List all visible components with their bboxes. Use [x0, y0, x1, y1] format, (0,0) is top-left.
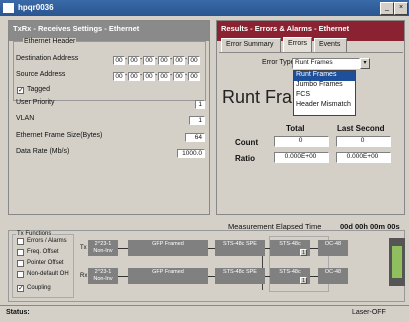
- src-octet-field[interactable]: 00: [143, 72, 155, 81]
- octet-separator: -: [185, 56, 188, 63]
- tx-block[interactable]: STS-48c SPE: [215, 240, 265, 256]
- dest-octet-field[interactable]: 00: [143, 56, 155, 65]
- ratio-last-value: 0.000E+00: [336, 152, 391, 163]
- octet-separator: -: [185, 72, 188, 79]
- window-title: hpqr0036: [18, 3, 54, 12]
- frame-size-field[interactable]: 64: [185, 133, 205, 142]
- tx-block[interactable]: OC-48: [318, 240, 348, 256]
- tab-events[interactable]: Events: [314, 38, 347, 52]
- src-octet-field[interactable]: 00: [158, 72, 170, 81]
- group-title: Ethernet Header: [23, 38, 77, 45]
- rx-arrow: [208, 276, 215, 277]
- user-priority-field[interactable]: 1: [195, 100, 205, 109]
- dropdown-option-header-mismatch[interactable]: Header Mismatch: [294, 101, 355, 111]
- tab-divider: [219, 52, 403, 53]
- tx-label: Tx: [80, 245, 87, 251]
- tx-function-checkbox[interactable]: [17, 238, 24, 245]
- ratio-total-value: 0.000E+00: [274, 152, 329, 163]
- tx-function-label: Pointer Offset: [27, 260, 64, 266]
- octet-separator: -: [155, 72, 158, 79]
- src-octet-field[interactable]: 00: [173, 72, 185, 81]
- dropdown-option-jumbo[interactable]: Jumbo Frames: [294, 81, 355, 91]
- src-address-label: Source Address: [16, 71, 66, 78]
- status-bar: [0, 305, 409, 322]
- count-label: Count: [235, 138, 259, 147]
- octet-separator: -: [140, 56, 143, 63]
- rx-arrow: [118, 276, 128, 277]
- rx-block[interactable]: 2^23-1 Non-Inv: [88, 268, 118, 284]
- app-icon: [3, 3, 14, 13]
- tab-error-summary[interactable]: Error Summary: [221, 38, 281, 52]
- close-button[interactable]: ×: [394, 2, 408, 15]
- ratio-label: Ratio: [235, 154, 255, 163]
- tx-sub-index[interactable]: 1: [300, 249, 307, 256]
- dropdown-option-runt[interactable]: Runt Frames: [294, 71, 355, 81]
- octet-separator: -: [125, 72, 128, 79]
- rx-block[interactable]: OC-48: [318, 268, 348, 284]
- dest-octet-field[interactable]: 00: [113, 56, 125, 65]
- count-last-value: 0: [336, 136, 391, 147]
- tx-function-checkbox[interactable]: [17, 249, 24, 256]
- tx-arrow: [310, 248, 318, 249]
- src-octet-field[interactable]: 00: [188, 72, 200, 81]
- tagged-label: Tagged: [27, 86, 50, 93]
- chevron-down-icon[interactable]: ▾: [360, 58, 370, 69]
- vlan-label: VLAN: [16, 115, 35, 122]
- tab-errors[interactable]: Errors: [283, 37, 312, 52]
- octet-separator: -: [140, 72, 143, 79]
- vlan-field[interactable]: 1: [189, 116, 205, 125]
- title-bar: hpqr0036 _ ×: [0, 0, 409, 16]
- octet-separator: -: [155, 56, 158, 63]
- src-octet-field[interactable]: 00: [128, 72, 140, 81]
- port-connector-icon: [389, 238, 405, 286]
- dest-address-label: Destination Address: [16, 55, 79, 62]
- error-type-label: Error Type: [262, 59, 295, 66]
- rx-sub-index[interactable]: 1: [300, 277, 307, 284]
- octet-separator: -: [170, 56, 173, 63]
- rx-block[interactable]: STS-48c SPE: [215, 268, 265, 284]
- tx-function-label: Errors / Alarms: [27, 238, 67, 244]
- frame-size-label: Ethernet Frame Size(Bytes): [16, 132, 103, 139]
- tx-function-checkbox[interactable]: [17, 260, 24, 267]
- laser-status: Laser-OFF: [352, 309, 386, 316]
- coupling-checkbox[interactable]: ✓: [17, 285, 24, 292]
- user-priority-label: User Priority: [16, 99, 55, 106]
- tx-arrow: [118, 248, 128, 249]
- col-total-header: Total: [286, 124, 305, 133]
- data-rate-label: Data Rate (Mb/s): [16, 148, 70, 155]
- tagged-checkbox[interactable]: ✓: [17, 87, 24, 94]
- rx-label: Rx: [80, 273, 88, 279]
- error-type-dropdown: Runt Frames Jumbo Frames FCS Header Mism…: [293, 70, 356, 116]
- octet-separator: -: [125, 56, 128, 63]
- dest-octet-field[interactable]: 00: [128, 56, 140, 65]
- tx-block[interactable]: 2^23-1 Non-Inv: [88, 240, 118, 256]
- tx-function-label: Non-default OH: [27, 271, 69, 277]
- col-last-second-header: Last Second: [337, 124, 385, 133]
- data-rate-field[interactable]: 1000.0: [177, 149, 205, 158]
- tx-function-checkbox[interactable]: [17, 271, 24, 278]
- tx-function-label: Freq. Offset: [27, 249, 59, 255]
- rx-arrow: [310, 276, 318, 277]
- count-total-value: 0: [274, 136, 329, 147]
- tx-arrow: [208, 248, 215, 249]
- dest-octet-field[interactable]: 00: [158, 56, 170, 65]
- status-label: Status:: [6, 309, 30, 316]
- error-type-select[interactable]: Runt Frames: [292, 58, 360, 69]
- settings-panel: TxRx - Receives Settings - Ethernet Ethe…: [8, 20, 210, 215]
- dest-octet-field[interactable]: 00: [188, 56, 200, 65]
- tx-block[interactable]: GFP Framed: [128, 240, 208, 256]
- dest-octet-field[interactable]: 00: [173, 56, 185, 65]
- src-octet-field[interactable]: 00: [113, 72, 125, 81]
- coupling-label: Coupling: [27, 285, 51, 291]
- minimize-button[interactable]: _: [380, 2, 394, 15]
- rx-block[interactable]: GFP Framed: [128, 268, 208, 284]
- dropdown-option-fcs[interactable]: FCS: [294, 91, 355, 101]
- octet-separator: -: [170, 72, 173, 79]
- tx-functions-title: Tx Functions: [16, 231, 53, 237]
